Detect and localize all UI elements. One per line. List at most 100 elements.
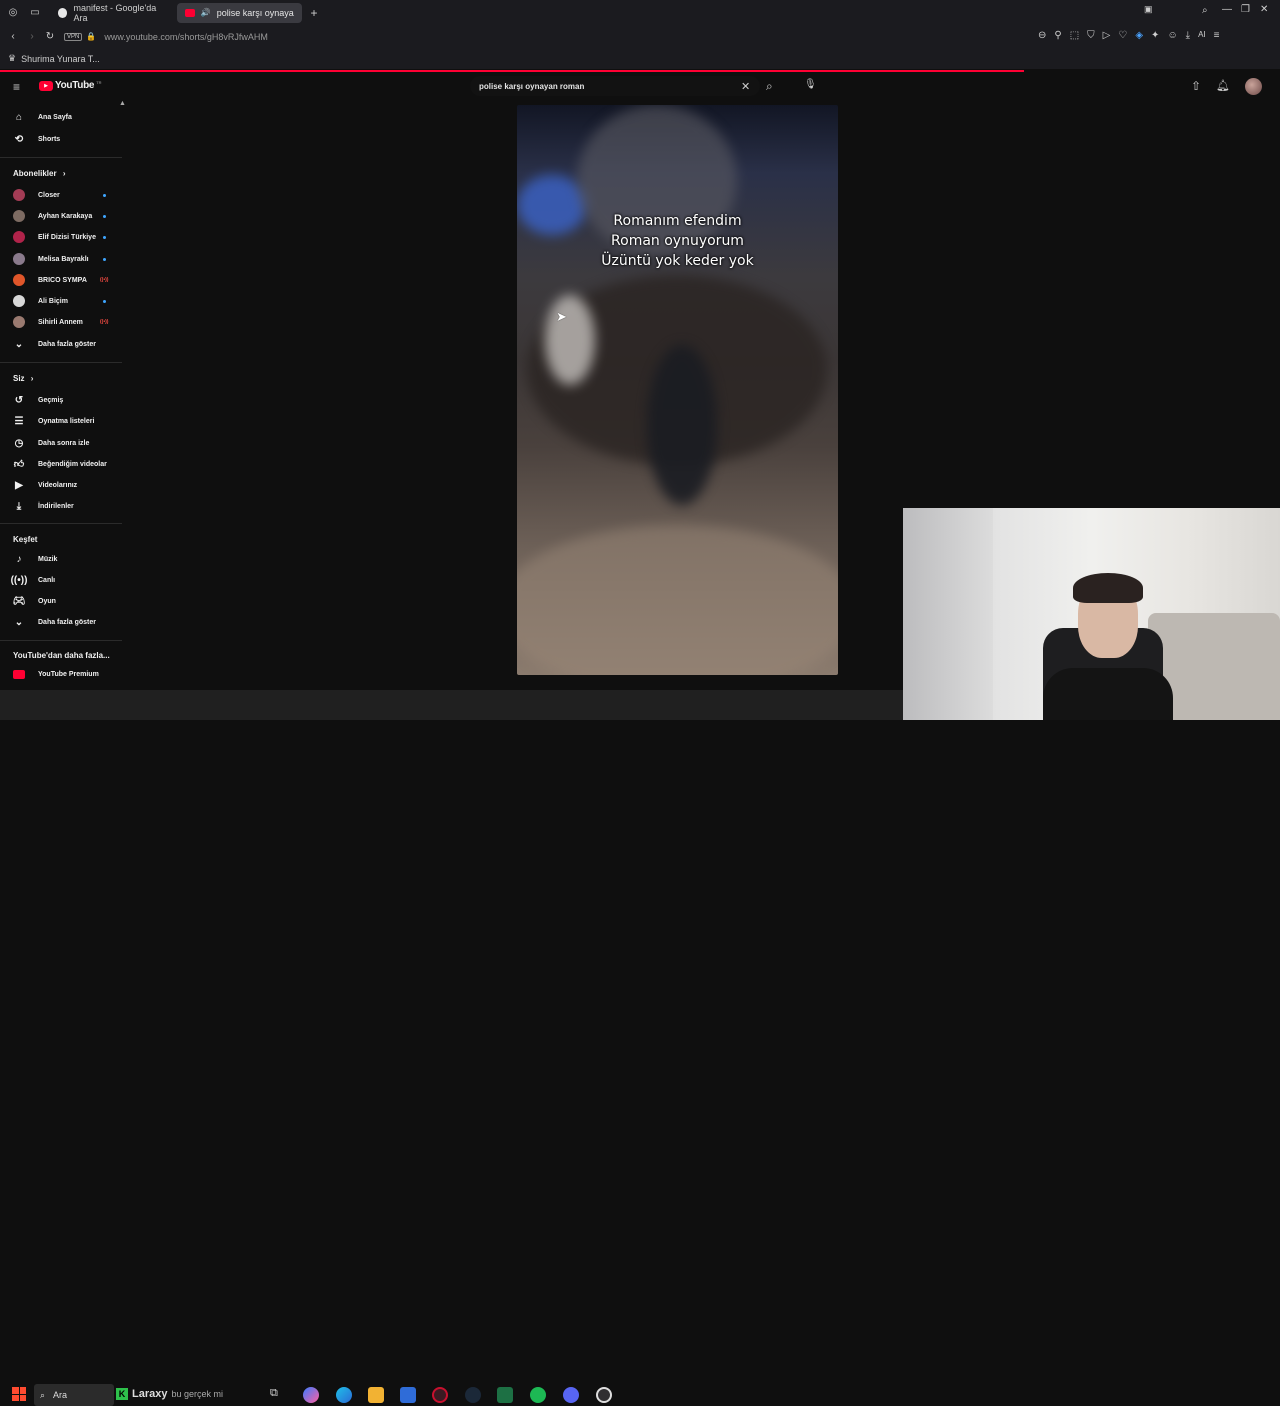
sidebar-item-label: Ayhan Karakaya (38, 212, 93, 220)
tab-youtube-short[interactable]: 🔊 polise karşı oynayan r (177, 2, 302, 23)
sidebar-item-subscription[interactable]: Ayhan Karakaya (0, 206, 122, 226)
screenshot-icon[interactable]: ⬚ (1070, 30, 1079, 41)
search-icon[interactable]: ⌕ (766, 79, 773, 94)
widget-title: Laraxy (132, 1388, 168, 1400)
heart-icon[interactable]: ♡ (1118, 30, 1127, 41)
task-view-icon[interactable]: ⧉ (270, 1387, 286, 1403)
tab-overview-icon[interactable]: ▭ (24, 7, 46, 18)
search-input[interactable]: polise karşı oynayan roman (470, 76, 760, 96)
home-icon: ⌂ (15, 111, 23, 123)
opera-icon[interactable] (432, 1387, 448, 1403)
sidebar-item-shorts[interactable]: ⟲ Shorts (0, 129, 122, 149)
ai-button[interactable]: AI (1198, 30, 1206, 41)
sidebar-item-gaming[interactable]: 🎮︎ Oyun (0, 591, 122, 611)
sidebar-item-your-videos[interactable]: ▶ Videolarınız (0, 475, 122, 495)
zoom-out-icon[interactable]: ⊖ (1038, 30, 1046, 41)
forward-icon[interactable]: › (24, 31, 40, 42)
obs-icon[interactable] (596, 1387, 612, 1403)
browser-logo-icon[interactable]: ◎ (2, 7, 24, 18)
close-window-icon[interactable]: ✕ (1260, 4, 1268, 15)
explore-title: Keşfet (13, 535, 38, 544)
new-tab-plus-icon[interactable]: + (306, 6, 322, 20)
avatar (13, 316, 25, 328)
gaming-icon: 🎮︎ (12, 595, 26, 607)
sidebar-item-watch-later[interactable]: ◷ Daha sonra izle (0, 433, 122, 453)
download-icon[interactable]: ⤓ (1186, 30, 1190, 41)
copilot-icon[interactable] (303, 1387, 319, 1403)
notifications-bell-icon[interactable]: 🔔︎ (1216, 79, 1230, 92)
clock-icon: ◷ (14, 437, 24, 449)
video-dancer (647, 345, 717, 505)
menu-icon[interactable]: ≡ (1214, 30, 1220, 41)
sidebar-item-subscription[interactable]: Melisa Bayraklı (0, 249, 122, 269)
subscriptions-heading[interactable]: Abonelikler › (13, 169, 65, 178)
you-heading[interactable]: Siz › (13, 374, 33, 383)
reload-icon[interactable]: ↻ (40, 31, 60, 42)
sidebar-item-subscription[interactable]: BRICO SYMPA ((•)) (0, 270, 122, 290)
upload-icon[interactable]: ⇧ (1191, 79, 1201, 93)
edge-icon[interactable] (336, 1387, 352, 1403)
shorts-video-player[interactable]: Romanım efendim Roman oynuyorum Üzüntü y… (517, 105, 838, 675)
window-menu-icon[interactable]: ▣ (1144, 4, 1153, 15)
pin-icon[interactable]: ⚲ (1054, 30, 1061, 41)
voice-search-mic-icon[interactable]: 🎙︎ (804, 79, 817, 90)
sidebar-item-premium[interactable]: YouTube Premium (0, 664, 122, 684)
store-icon[interactable] (368, 1387, 384, 1403)
taskbar-search[interactable]: ⌕ Ara (34, 1384, 114, 1406)
bookmark-item[interactable]: Shurima Yunara T... (21, 54, 100, 64)
sidebar-item-liked-videos[interactable]: 👍︎ Beğendiğim videolar (0, 454, 122, 474)
video-caption-line-2: Roman oynuyorum (611, 233, 744, 249)
spotify-icon[interactable] (530, 1387, 546, 1403)
profile-icon[interactable]: ☺ (1167, 30, 1177, 41)
avatar (13, 210, 25, 222)
country-badge: TR (96, 80, 102, 85)
account-avatar[interactable] (1245, 78, 1262, 95)
sidebar-item-playlists[interactable]: ☰ Oynatma listeleri (0, 411, 122, 431)
address-bar: ‹ › ↻ VPN 🔒 www.youtube.com/shorts/gH8vR… (0, 25, 1280, 48)
tab-google-search[interactable]: manifest - Google'da Ara (50, 3, 175, 23)
hamburger-menu-icon[interactable]: ≡ (13, 80, 20, 94)
sidebar-divider (0, 523, 122, 524)
sidebar-item-subscription[interactable]: Elif Dizisi Türkiye (0, 227, 122, 247)
sidebar-divider (0, 157, 122, 158)
excel-icon[interactable] (497, 1387, 513, 1403)
file-explorer-icon[interactable] (400, 1387, 416, 1403)
url-field[interactable]: www.youtube.com/shorts/gH8vRJfwAHM (104, 32, 268, 42)
extensions-icon[interactable]: ✦ (1151, 30, 1159, 41)
sidebar-item-label: Ana Sayfa (38, 113, 72, 121)
windows-start-icon[interactable] (12, 1387, 26, 1401)
play-icon[interactable]: ▷ (1103, 30, 1111, 41)
sidebar-explore-more[interactable]: ⌄ Daha fazla göster (0, 612, 122, 632)
sidebar-scroll-up-icon[interactable]: ▲ (119, 100, 126, 107)
sidebar-item-subscription[interactable]: Closer (0, 185, 122, 205)
discord-icon[interactable] (563, 1387, 579, 1403)
sidebar-item-label: Closer (38, 191, 60, 199)
sidebar-item-live[interactable]: ((•)) Canlı (0, 570, 122, 590)
clear-search-icon[interactable]: ✕ (741, 80, 750, 93)
sidebar-item-subscription[interactable]: Ali Biçim (0, 291, 122, 311)
shield-icon[interactable]: ⛉ (1087, 30, 1095, 41)
wallet-icon[interactable]: ◈ (1135, 30, 1143, 41)
chevron-down-icon: ⌄ (14, 338, 24, 350)
youtube-logo[interactable]: ▶ YouTube TR (39, 80, 102, 91)
chevron-right-icon: › (30, 374, 34, 383)
sidebar-item-downloads[interactable]: ⤓ İndirilenler (0, 496, 122, 516)
sidebar-item-music[interactable]: ♪ Müzik (0, 549, 122, 569)
lock-icon[interactable]: 🔒 (82, 32, 100, 41)
vpn-badge[interactable]: VPN (64, 32, 83, 41)
playlist-icon: ☰ (14, 415, 24, 427)
search-query: polise karşı oynayan roman (479, 81, 585, 91)
minimize-icon[interactable]: — (1222, 4, 1232, 15)
browser-tab-bar: ◎ ▭ manifest - Google'da Ara 🔊 polise ka… (0, 0, 1280, 25)
avatar (13, 231, 25, 243)
sidebar-item-history[interactable]: ↺ Geçmiş (0, 390, 122, 410)
back-icon[interactable]: ‹ (2, 31, 24, 42)
taskbar-widget[interactable]: K Laraxy bu gerçek mi (116, 1382, 262, 1406)
steam-icon[interactable] (465, 1387, 481, 1403)
sidebar-item-subscription[interactable]: Sihirli Annem ((•)) (0, 312, 122, 332)
sidebar-show-more[interactable]: ⌄ Daha fazla göster (0, 334, 122, 354)
sidebar-item-home[interactable]: ⌂ Ana Sayfa (0, 107, 122, 127)
search-tabs-icon[interactable]: ⌕ (1202, 5, 1208, 16)
more-from-youtube-heading: YouTube'dan daha fazla... (13, 651, 110, 660)
restore-icon[interactable]: ❐ (1241, 4, 1250, 15)
